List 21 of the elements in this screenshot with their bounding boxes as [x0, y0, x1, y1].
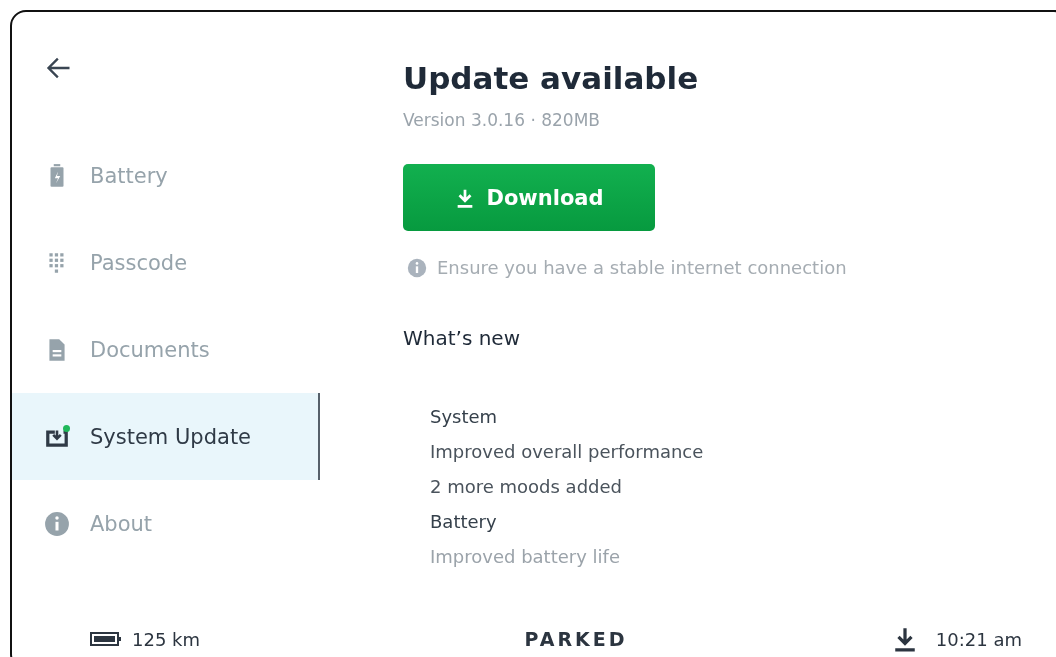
subsection-title: System: [430, 406, 499, 427]
page-title: Update available: [403, 60, 700, 96]
sidebar-item[interactable]: System Update: [12, 393, 320, 480]
section-heading: What’s new: [403, 326, 522, 350]
version-text: Version 3.0.16 · 820MB: [403, 110, 601, 130]
info-icon: [44, 510, 70, 537]
sidebar-item[interactable]: About: [12, 480, 320, 567]
feature-text: 2 more moods added: [430, 476, 623, 497]
range-text: 125 km: [132, 628, 201, 650]
info-icon: [407, 257, 427, 278]
download-button[interactable]: Download: [403, 164, 655, 231]
battery-icon: [90, 631, 122, 647]
sidebar-item[interactable]: Documents: [12, 306, 320, 393]
subsection-title: Battery: [430, 511, 498, 532]
clock-text: 10:21 am: [935, 628, 1022, 650]
feature-text: Improved battery life: [430, 546, 621, 567]
sidebar-item[interactable]: Passcode: [12, 219, 320, 306]
feature-text: Improved overall performance: [430, 441, 705, 462]
sidebar-item[interactable]: Battery: [12, 132, 320, 219]
note-text: Ensure you have a stable internet connection: [437, 257, 847, 278]
drive-mode-text: PARKED: [524, 628, 628, 650]
